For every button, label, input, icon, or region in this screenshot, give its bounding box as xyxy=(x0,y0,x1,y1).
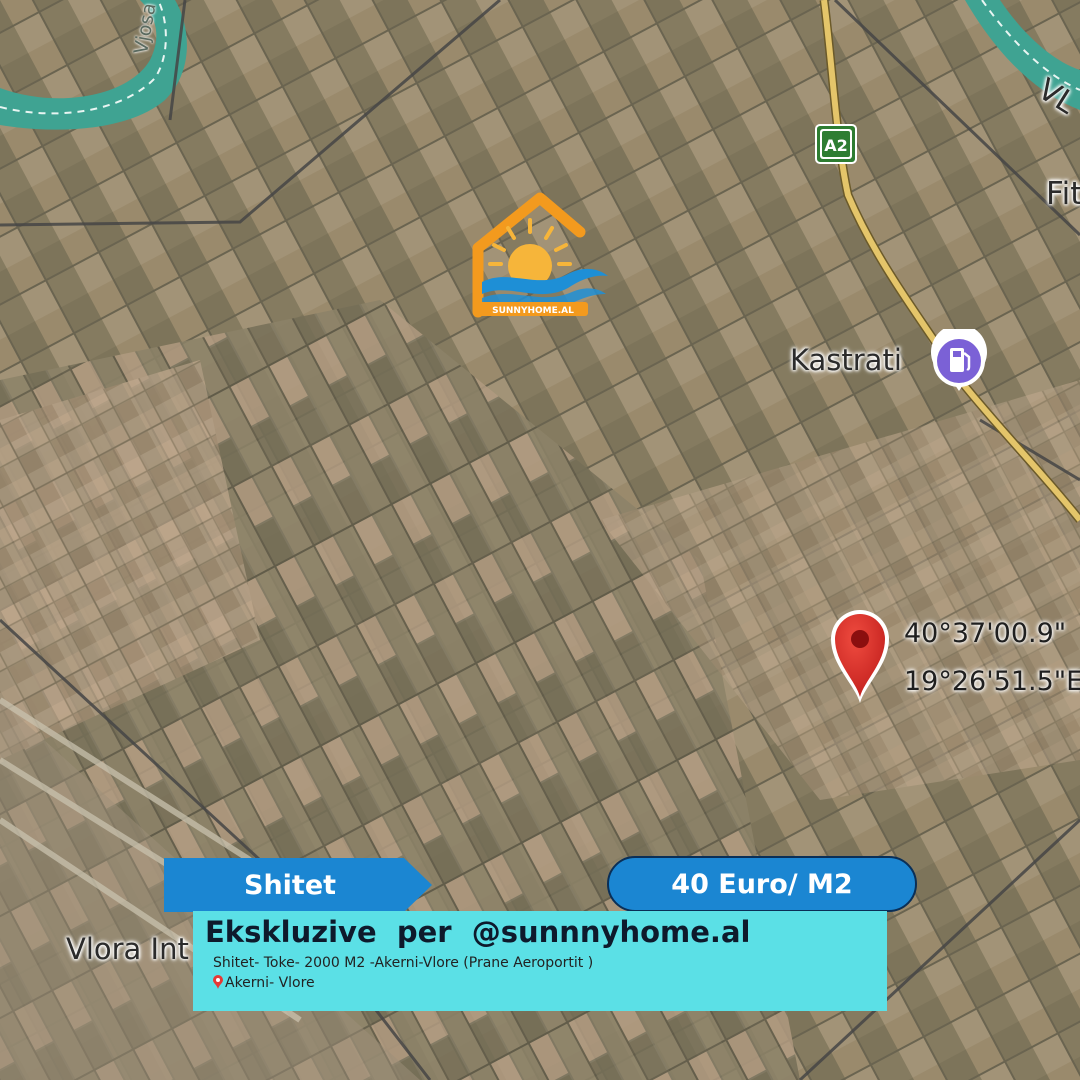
pin-longitude: 19°26'51.5"E xyxy=(904,666,1080,697)
listing-title: Ekskluzive per @sunnnyhome.al xyxy=(205,915,751,949)
price-label: 40 Euro/ M2 xyxy=(671,868,853,900)
listing-tag-label: Shitet xyxy=(244,870,337,901)
place-label-fier[interactable]: Fit xyxy=(1046,176,1080,212)
listing-location-text: Akerni- Vlore xyxy=(225,975,315,991)
listing-tag: Shitet xyxy=(164,858,432,912)
listing-info-box: Ekskluzive per @sunnnyhome.al Shitet- To… xyxy=(193,911,887,1011)
place-label-vlora-international[interactable]: Vlora Int xyxy=(66,932,189,966)
location-pin-icon[interactable] xyxy=(827,605,893,705)
road-shield-a2: A2 xyxy=(815,124,857,164)
price-badge: 40 Euro/ M2 xyxy=(607,856,917,912)
place-label-kastrati[interactable]: Kastrati xyxy=(790,343,902,377)
gas-station-icon[interactable] xyxy=(927,329,991,393)
location-pin-icon xyxy=(213,975,223,989)
sunnyhome-logo-icon: SUNNYHOME.AL xyxy=(472,192,608,318)
listing-description: Shitet- Toke- 2000 M2 -Akerni-Vlore (Pra… xyxy=(213,955,594,971)
logo-text: SUNNYHOME.AL xyxy=(492,306,574,316)
road-shield-label: A2 xyxy=(824,136,848,155)
pin-latitude: 40°37'00.9" xyxy=(904,618,1067,649)
listing-location: Akerni- Vlore xyxy=(213,975,315,991)
